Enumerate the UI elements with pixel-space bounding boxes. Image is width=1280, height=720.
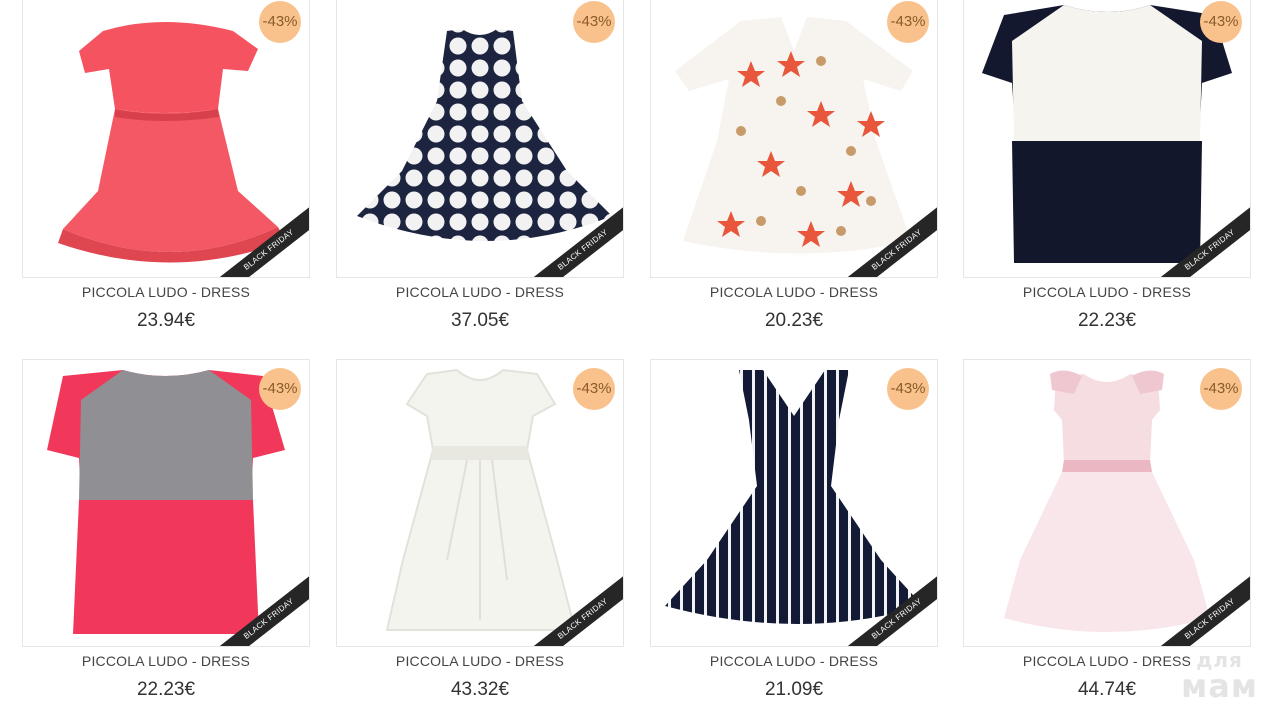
product-image[interactable]: -43% BLACK FRIDAY [963,359,1251,647]
discount-badge: -43% [573,1,615,43]
discount-badge: -43% [1200,1,1242,43]
product-card[interactable]: -43% BLACK FRIDAY PICCOLA LUDO - DRESS 2… [650,359,938,701]
product-card[interactable]: -43% BLACK FRIDAY PICCOLA LUDO - DRESS 4… [336,359,624,701]
product-image[interactable]: -43% BLACK FRIDAY [336,359,624,647]
product-image[interactable]: -43% BLACK FRIDAY [963,0,1251,278]
dress-image [675,17,913,254]
product-card[interactable]: -43% BLACK FRIDAY PICCOLA LUDO - DRESS 2… [963,0,1251,332]
product-name[interactable]: PICCOLA LUDO - DRESS [650,653,938,669]
watermark-line-2: мам [1181,667,1258,705]
product-image[interactable]: -43% BLACK FRIDAY [650,0,938,278]
product-name[interactable]: PICCOLA LUDO - DRESS [336,653,624,669]
product-price: 20.23€ [764,310,824,331]
product-card[interactable]: -43% BLACK FRIDAY PICCOLA LUDO - DRESS 2… [22,0,310,332]
site-watermark: для мам [1181,650,1258,702]
dress-image [58,22,285,263]
product-price: 22.23€ [136,679,196,700]
product-card[interactable]: -43% BLACK FRIDAY PICCOLA LUDO - DRESS 2… [22,359,310,701]
product-name[interactable]: PICCOLA LUDO - DRESS [336,284,624,300]
dress-image [982,5,1232,263]
product-card[interactable]: -43% BLACK FRIDAY PICCOLA LUDO - DRESS 3… [336,0,624,332]
product-name[interactable]: PICCOLA LUDO - DRESS [22,284,310,300]
product-image[interactable]: -43% BLACK FRIDAY [22,0,310,278]
product-grid: -43% BLACK FRIDAY PICCOLA LUDO - DRESS 2… [0,0,1280,720]
dress-image [357,29,612,241]
discount-badge: -43% [573,368,615,410]
product-price: 21.09€ [764,679,824,700]
discount-badge: -43% [1200,368,1242,410]
product-price: 22.23€ [1077,310,1137,331]
product-name[interactable]: PICCOLA LUDO - DRESS [650,284,938,300]
product-name[interactable]: PICCOLA LUDO - DRESS [22,653,310,669]
product-price: 43.32€ [450,679,510,700]
discount-badge: -43% [887,1,929,43]
product-image[interactable]: -43% BLACK FRIDAY [650,359,938,647]
product-price: 37.05€ [450,310,510,331]
discount-badge: -43% [887,368,929,410]
discount-badge: -43% [259,1,301,43]
product-name[interactable]: PICCOLA LUDO - DRESS [963,284,1251,300]
product-price: 23.94€ [136,310,196,331]
discount-badge: -43% [259,368,301,410]
product-image[interactable]: -43% BLACK FRIDAY [22,359,310,647]
product-image[interactable]: -43% BLACK FRIDAY [336,0,624,278]
product-card[interactable]: -43% BLACK FRIDAY PICCOLA LUDO - DRESS 2… [650,0,938,332]
